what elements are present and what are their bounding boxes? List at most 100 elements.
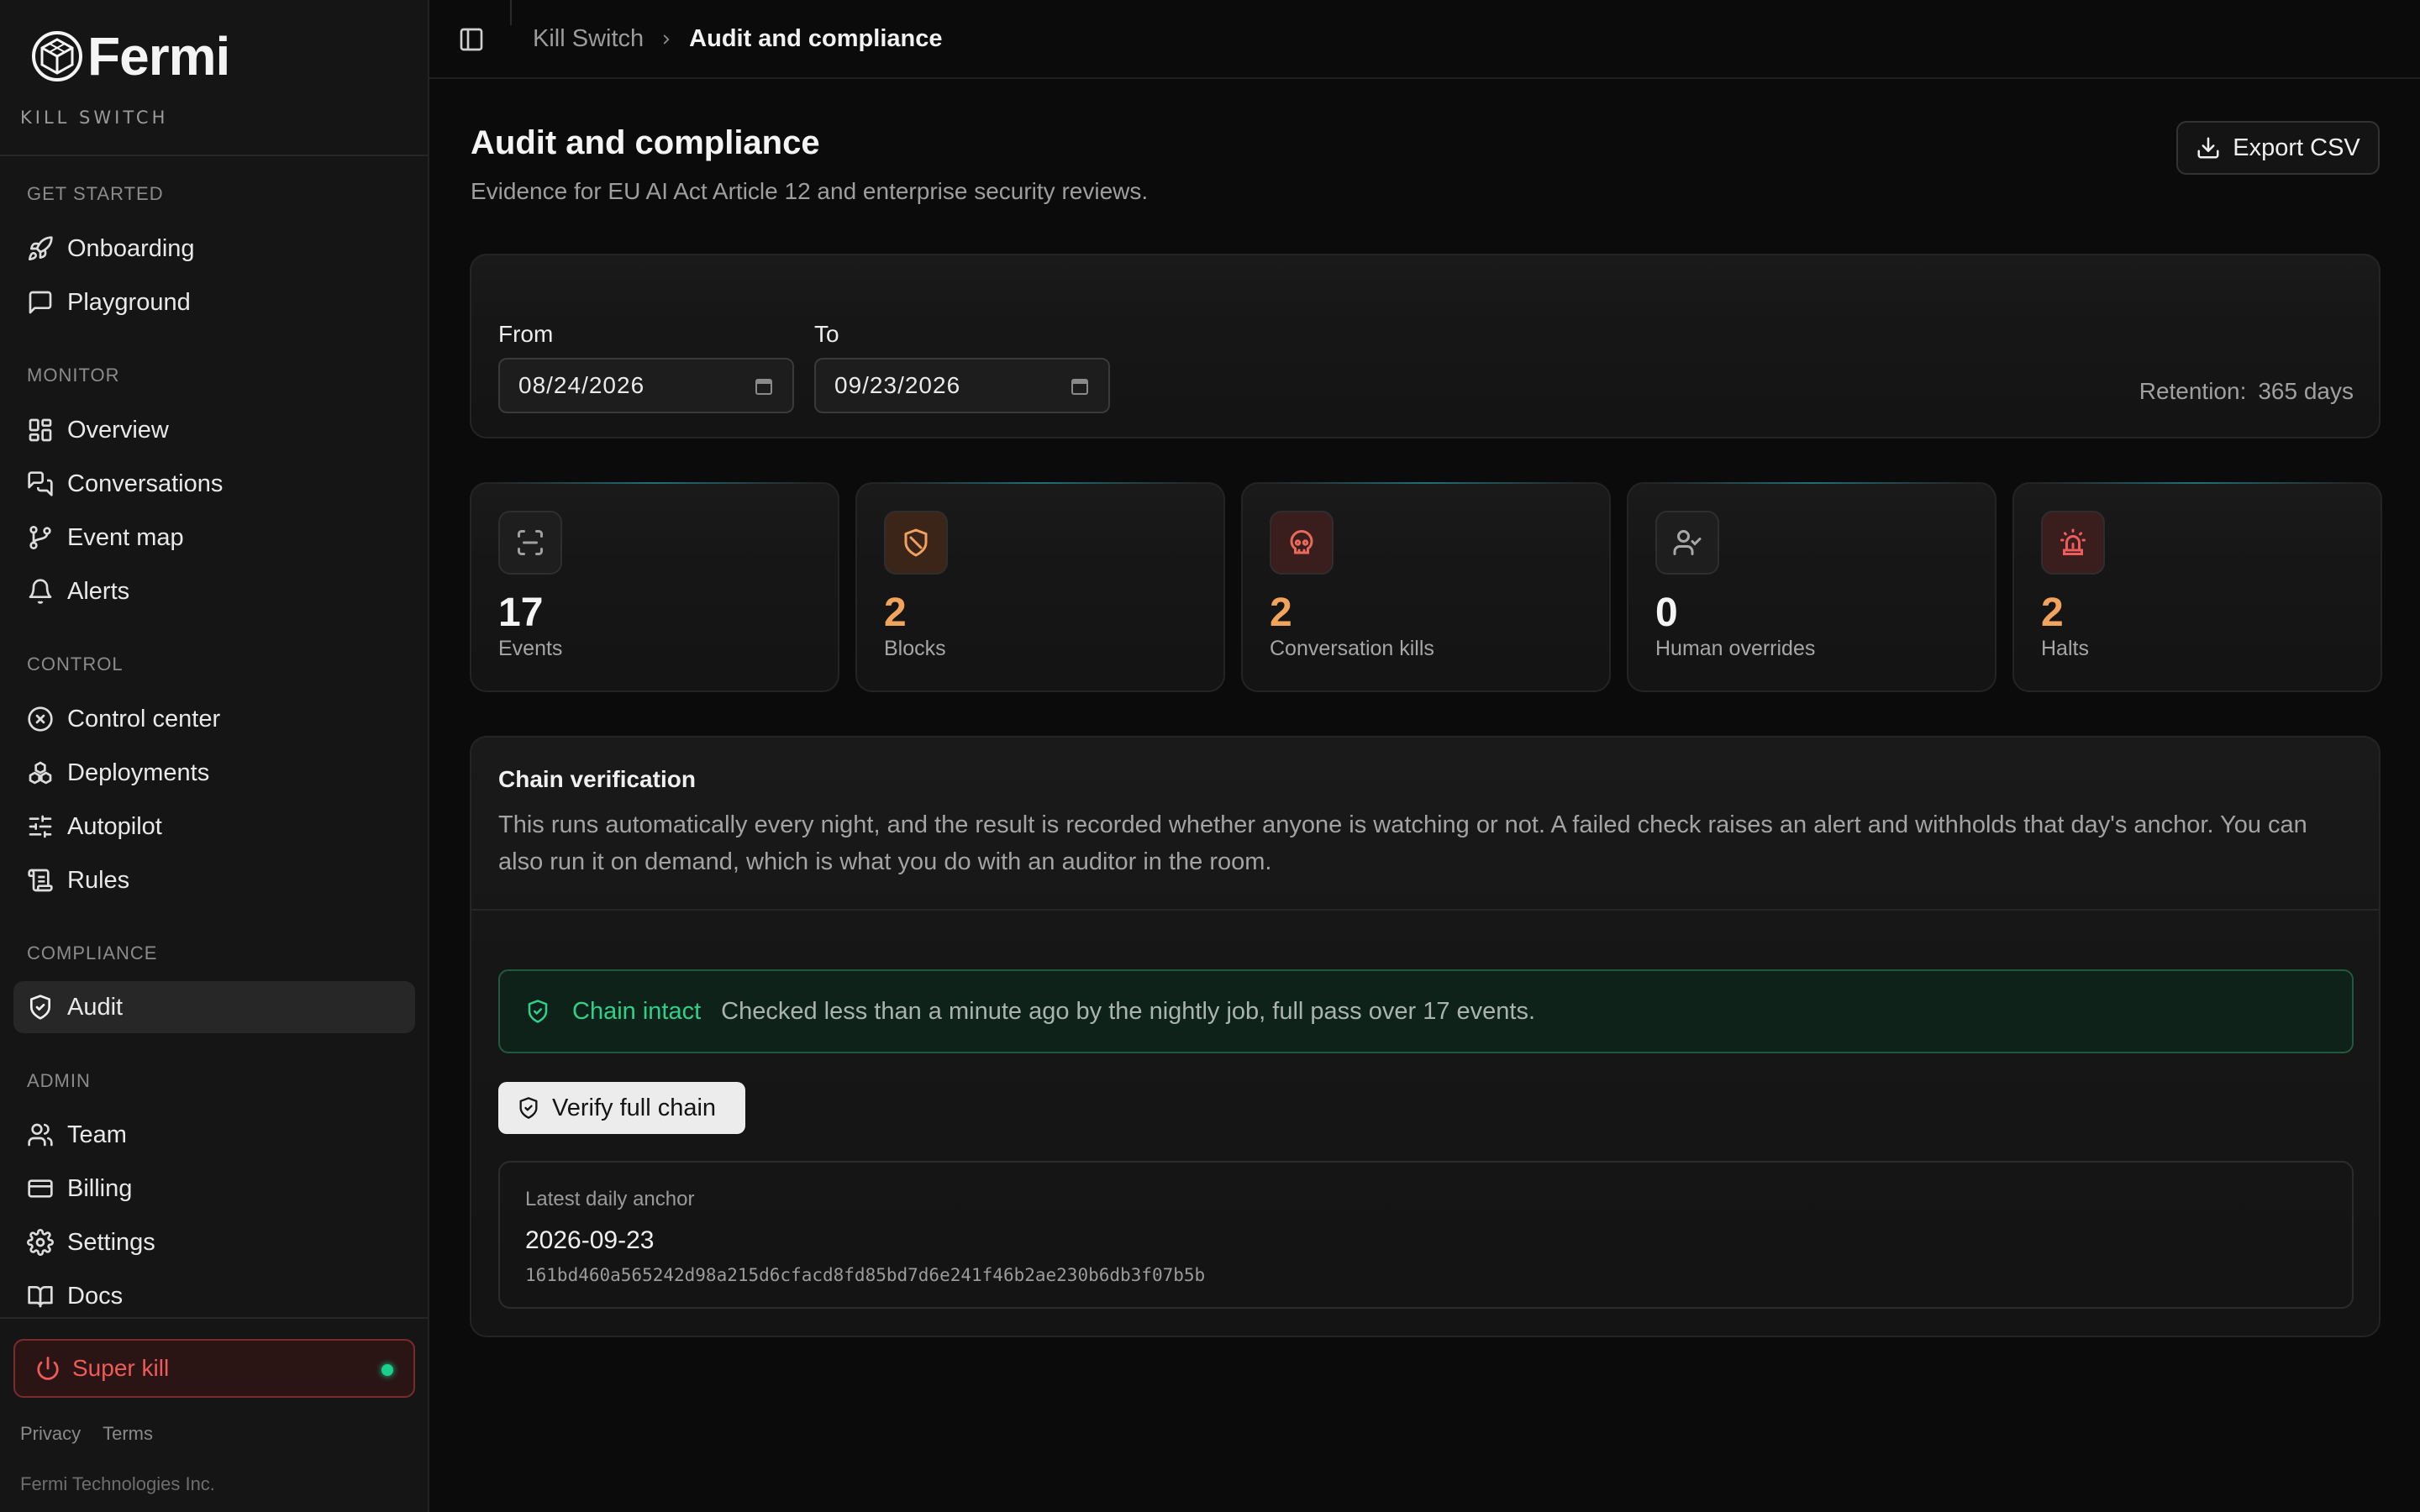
status-dot xyxy=(381,1364,393,1376)
sidebar-item-label: Event map xyxy=(67,523,184,551)
from-date-value: 08/24/2026 xyxy=(518,372,645,398)
sidebar-item-playground[interactable]: Playground xyxy=(13,276,415,328)
chain-title: Chain verification xyxy=(498,766,696,792)
sidebar-item-label: Overview xyxy=(67,416,169,444)
section-label-control: CONTROL xyxy=(27,654,124,675)
verify-full-chain-button[interactable]: Verify full chain xyxy=(498,1082,745,1134)
power-icon xyxy=(37,1357,59,1380)
sidebar-item-alerts[interactable]: Alerts xyxy=(13,565,415,617)
book-icon xyxy=(28,1286,53,1308)
to-label: To xyxy=(814,321,839,347)
terms-link[interactable]: Terms xyxy=(103,1423,153,1445)
section-label-monitor: MONITOR xyxy=(27,365,120,386)
sliders-icon xyxy=(29,815,52,838)
export-csv-label: Export CSV xyxy=(2233,134,2360,161)
chain-description: This runs automatically every night, and… xyxy=(498,811,2307,875)
sidebar-item-label: Settings xyxy=(67,1228,155,1256)
date-range-card: From 08/24/2026 To 09/23/2026 Retention:… xyxy=(470,254,2381,438)
section-label-admin: ADMIN xyxy=(27,1070,91,1091)
stat-value: 2 xyxy=(884,591,907,635)
fermi-logo-icon xyxy=(32,31,82,81)
product-name: KILL SWITCH xyxy=(20,108,169,128)
export-csv-button[interactable]: Export CSV xyxy=(2176,121,2380,175)
page-subtitle: Evidence for EU AI Act Article 12 and en… xyxy=(471,178,1149,204)
git-branch-icon xyxy=(29,526,51,549)
latest-anchor: Latest daily anchor 2026-09-23 161bd460a… xyxy=(498,1161,2354,1309)
bell-icon xyxy=(29,579,52,604)
divider xyxy=(510,0,512,25)
page-title: Audit and compliance xyxy=(471,124,820,161)
sidebar-item-label: Playground xyxy=(67,288,191,316)
calendar-icon[interactable] xyxy=(754,376,774,396)
users-icon xyxy=(28,1123,53,1147)
divider xyxy=(0,1317,428,1319)
shield-check-icon xyxy=(30,995,50,1020)
retention-value: 365 days xyxy=(2258,378,2354,404)
sidebar-item-event-map[interactable]: Event map xyxy=(13,512,415,564)
stat-label: Blocks xyxy=(884,637,946,660)
sidebar-item-label: Conversations xyxy=(67,470,224,497)
sidebar-item-docs[interactable]: Docs xyxy=(13,1270,415,1322)
divider xyxy=(471,909,2379,911)
to-date-value: 09/23/2026 xyxy=(834,372,961,398)
stat-card-blocks: 2 Blocks xyxy=(855,482,1225,692)
super-kill-label: Super kill xyxy=(72,1355,170,1381)
sidebar-item-autopilot[interactable]: Autopilot xyxy=(13,801,415,853)
chain-status-banner: Chain intact Checked less than a minute … xyxy=(498,969,2354,1053)
messages-icon xyxy=(28,471,53,496)
to-date-input[interactable]: 09/23/2026 xyxy=(814,358,1110,413)
from-label: From xyxy=(498,321,554,347)
sidebar-item-label: Rules xyxy=(67,866,130,894)
sidebar-item-overview[interactable]: Overview xyxy=(13,404,415,456)
stat-card-human-overrides: 0 Human overrides xyxy=(1627,482,1996,692)
stat-card-conversation-kills: 2 Conversation kills xyxy=(1241,482,1611,692)
rocket-icon xyxy=(29,236,53,260)
sidebar-item-conversations[interactable]: Conversations xyxy=(13,458,415,510)
from-date-input[interactable]: 08/24/2026 xyxy=(498,358,794,413)
scan-icon xyxy=(518,530,543,555)
sidebar-item-label: Billing xyxy=(67,1174,133,1202)
sidebar-item-rules[interactable]: Rules xyxy=(13,854,415,906)
sidebar-item-label: Audit xyxy=(67,993,124,1021)
breadcrumb-current: Audit and compliance xyxy=(689,25,943,52)
sidebar: Fermi KILL SWITCH GET STARTED Onboarding… xyxy=(0,0,429,1512)
sidebar-item-control-center[interactable]: Control center xyxy=(13,693,415,745)
stat-label: Human overrides xyxy=(1655,637,1816,660)
stat-value: 0 xyxy=(1655,591,1678,635)
sidebar-item-billing[interactable]: Billing xyxy=(13,1163,415,1215)
stat-icon-box xyxy=(498,511,562,575)
sidebar-item-team[interactable]: Team xyxy=(13,1109,415,1161)
stat-card-events: 17 Events xyxy=(470,482,839,692)
stat-value: 2 xyxy=(1270,591,1292,635)
breadcrumb: Kill Switch Audit and compliance xyxy=(533,25,942,53)
sidebar-item-label: Docs xyxy=(67,1282,124,1310)
gear-icon xyxy=(27,1229,54,1256)
sidebar-item-audit[interactable]: Audit xyxy=(13,981,415,1033)
sidebar-item-label: Onboarding xyxy=(67,234,195,262)
calendar-icon[interactable] xyxy=(1070,376,1090,396)
stat-icon-box xyxy=(1655,511,1719,575)
chain-verification-card: Chain verification This runs automatical… xyxy=(470,736,2381,1337)
chain-status-text: Checked less than a minute ago by the ni… xyxy=(721,997,1536,1025)
sidebar-toggle-icon[interactable] xyxy=(458,26,485,53)
sidebar-item-settings[interactable]: Settings xyxy=(13,1216,415,1268)
brand[interactable]: Fermi xyxy=(30,26,230,87)
stat-icon-box xyxy=(1270,511,1334,575)
stat-icon-box xyxy=(884,511,948,575)
shield-check-icon xyxy=(519,1097,538,1119)
breadcrumb-kill-switch[interactable]: Kill Switch xyxy=(533,25,644,53)
download-icon xyxy=(2197,137,2219,159)
app: Fermi KILL SWITCH GET STARTED Onboarding… xyxy=(0,0,2420,1512)
sidebar-item-onboarding[interactable]: Onboarding xyxy=(13,223,415,275)
stat-label: Events xyxy=(498,637,563,660)
brand-name: Fermi xyxy=(87,26,230,87)
footer-links: Privacy Terms xyxy=(20,1423,153,1445)
stat-label: Conversation kills xyxy=(1270,637,1434,660)
stat-card-halts: 2 Halts xyxy=(2012,482,2382,692)
verify-full-chain-label: Verify full chain xyxy=(552,1094,717,1121)
topbar: Kill Switch Audit and compliance xyxy=(429,0,2420,79)
super-kill-button[interactable]: Super kill xyxy=(13,1339,415,1398)
copyright: Fermi Technologies Inc. xyxy=(20,1473,215,1494)
sidebar-item-deployments[interactable]: Deployments xyxy=(13,747,415,799)
privacy-link[interactable]: Privacy xyxy=(20,1423,81,1445)
